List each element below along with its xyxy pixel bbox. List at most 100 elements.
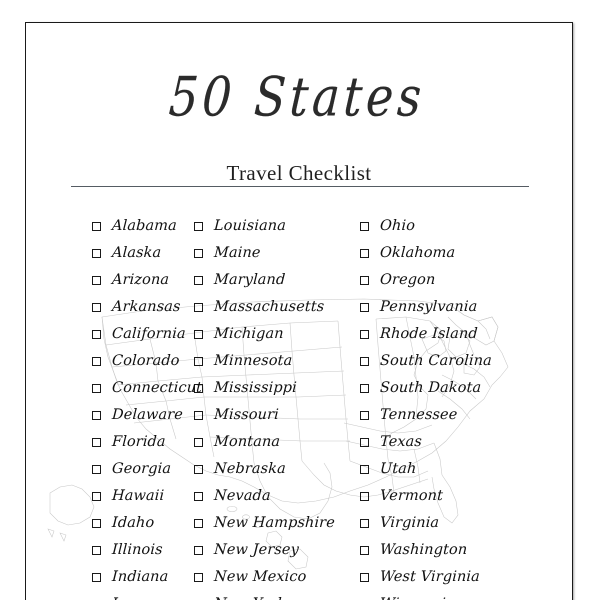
list-item[interactable]: South Carolina xyxy=(360,348,532,375)
checkbox-arizona[interactable] xyxy=(92,276,101,285)
state-label: Minnesota xyxy=(213,353,293,370)
list-item[interactable]: Vermont xyxy=(360,483,532,510)
list-item[interactable]: New Mexico xyxy=(194,564,360,591)
checkbox-missouri[interactable] xyxy=(194,411,203,420)
checkbox-maryland[interactable] xyxy=(194,276,203,285)
list-item[interactable]: Louisiana xyxy=(194,213,360,240)
list-item[interactable]: New York xyxy=(194,591,360,600)
list-item[interactable]: Maryland xyxy=(194,267,360,294)
list-item[interactable]: Colorado xyxy=(92,348,194,375)
list-item[interactable]: Minnesota xyxy=(194,348,360,375)
checkbox-west-virginia[interactable] xyxy=(360,573,369,582)
checkbox-alaska[interactable] xyxy=(92,249,101,258)
state-label: Rhode Island xyxy=(379,326,479,343)
checkbox-montana[interactable] xyxy=(194,438,203,447)
state-label: Montana xyxy=(213,434,281,451)
list-item[interactable]: Georgia xyxy=(92,456,194,483)
checkbox-minnesota[interactable] xyxy=(194,357,203,366)
checkbox-utah[interactable] xyxy=(360,465,369,474)
checkbox-new-jersey[interactable] xyxy=(194,546,203,555)
list-item[interactable]: Virginia xyxy=(360,510,532,537)
checkbox-south-carolina[interactable] xyxy=(360,357,369,366)
state-label: Oregon xyxy=(379,272,436,289)
list-item[interactable]: Rhode Island xyxy=(360,321,532,348)
list-item[interactable]: Pennsylvania xyxy=(360,294,532,321)
list-item[interactable]: Texas xyxy=(360,429,532,456)
checkbox-colorado[interactable] xyxy=(92,357,101,366)
list-item[interactable]: Ohio xyxy=(360,213,532,240)
list-item[interactable]: Tennessee xyxy=(360,402,532,429)
checkbox-massachusetts[interactable] xyxy=(194,303,203,312)
checkbox-oklahoma[interactable] xyxy=(360,249,369,258)
checkbox-georgia[interactable] xyxy=(92,465,101,474)
checkbox-ohio[interactable] xyxy=(360,222,369,231)
printable-page: 50 States Travel Checklist Alabama Alask… xyxy=(0,0,600,600)
state-label: South Carolina xyxy=(379,353,493,370)
list-item[interactable]: Washington xyxy=(360,537,532,564)
list-item[interactable]: Wisconsin xyxy=(360,591,532,600)
list-item[interactable]: Delaware xyxy=(92,402,194,429)
checkbox-virginia[interactable] xyxy=(360,519,369,528)
list-item[interactable]: Montana xyxy=(194,429,360,456)
list-item[interactable]: Idaho xyxy=(92,510,194,537)
checkbox-connecticut[interactable] xyxy=(92,384,101,393)
checkbox-louisiana[interactable] xyxy=(194,222,203,231)
checkbox-michigan[interactable] xyxy=(194,330,203,339)
list-item[interactable]: Arkansas xyxy=(92,294,194,321)
list-item[interactable]: Connecticut xyxy=(92,375,202,402)
list-item[interactable]: Alaska xyxy=(92,240,194,267)
checkbox-indiana[interactable] xyxy=(92,573,101,582)
state-label: Alabama xyxy=(111,218,178,235)
state-label: New Hampshire xyxy=(213,515,336,532)
checkbox-rhode-island[interactable] xyxy=(360,330,369,339)
list-item[interactable]: Arizona xyxy=(92,267,194,294)
checkbox-tennessee[interactable] xyxy=(360,411,369,420)
list-item[interactable]: Michigan xyxy=(194,321,360,348)
checkbox-new-mexico[interactable] xyxy=(194,573,203,582)
checkbox-pennsylvania[interactable] xyxy=(360,303,369,312)
list-item[interactable]: West Virginia xyxy=(360,564,532,591)
list-item[interactable]: Mississippi xyxy=(194,375,360,402)
checkbox-nebraska[interactable] xyxy=(194,465,203,474)
checkbox-south-dakota[interactable] xyxy=(360,384,369,393)
checkbox-delaware[interactable] xyxy=(92,411,101,420)
checkbox-california[interactable] xyxy=(92,330,101,339)
list-item[interactable]: Alabama xyxy=(92,213,194,240)
list-item[interactable]: Nebraska xyxy=(194,456,360,483)
state-label: Utah xyxy=(379,461,417,478)
checkbox-illinois[interactable] xyxy=(92,546,101,555)
checkbox-alabama[interactable] xyxy=(92,222,101,231)
list-item[interactable]: New Hampshire xyxy=(194,510,360,537)
checkbox-washington[interactable] xyxy=(360,546,369,555)
checkbox-nevada[interactable] xyxy=(194,492,203,501)
state-label: Pennsylvania xyxy=(379,299,478,316)
list-item[interactable]: Oklahoma xyxy=(360,240,532,267)
checkbox-oregon[interactable] xyxy=(360,276,369,285)
list-item[interactable]: Hawaii xyxy=(92,483,194,510)
list-item[interactable]: Maine xyxy=(194,240,360,267)
checkbox-vermont[interactable] xyxy=(360,492,369,501)
list-item[interactable]: Florida xyxy=(92,429,194,456)
list-item[interactable]: Iowa xyxy=(92,591,194,600)
list-item[interactable]: Illinois xyxy=(92,537,194,564)
state-label: Delaware xyxy=(111,407,184,424)
checkbox-florida[interactable] xyxy=(92,438,101,447)
list-item[interactable]: California xyxy=(92,321,194,348)
list-item[interactable]: Massachusetts xyxy=(194,294,360,321)
list-item[interactable]: Missouri xyxy=(194,402,360,429)
checkbox-hawaii[interactable] xyxy=(92,492,101,501)
state-label: Connecticut xyxy=(111,380,203,397)
checkbox-arkansas[interactable] xyxy=(92,303,101,312)
checkbox-maine[interactable] xyxy=(194,249,203,258)
list-item[interactable]: Indiana xyxy=(92,564,194,591)
list-item[interactable]: Nevada xyxy=(194,483,360,510)
checkbox-idaho[interactable] xyxy=(92,519,101,528)
state-label: Vermont xyxy=(379,488,444,505)
state-label: Arkansas xyxy=(111,299,181,316)
list-item[interactable]: Oregon xyxy=(360,267,532,294)
checkbox-texas[interactable] xyxy=(360,438,369,447)
checkbox-new-hampshire[interactable] xyxy=(194,519,203,528)
list-item[interactable]: New Jersey xyxy=(194,537,360,564)
list-item[interactable]: Utah xyxy=(360,456,532,483)
list-item[interactable]: South Dakota xyxy=(360,375,532,402)
